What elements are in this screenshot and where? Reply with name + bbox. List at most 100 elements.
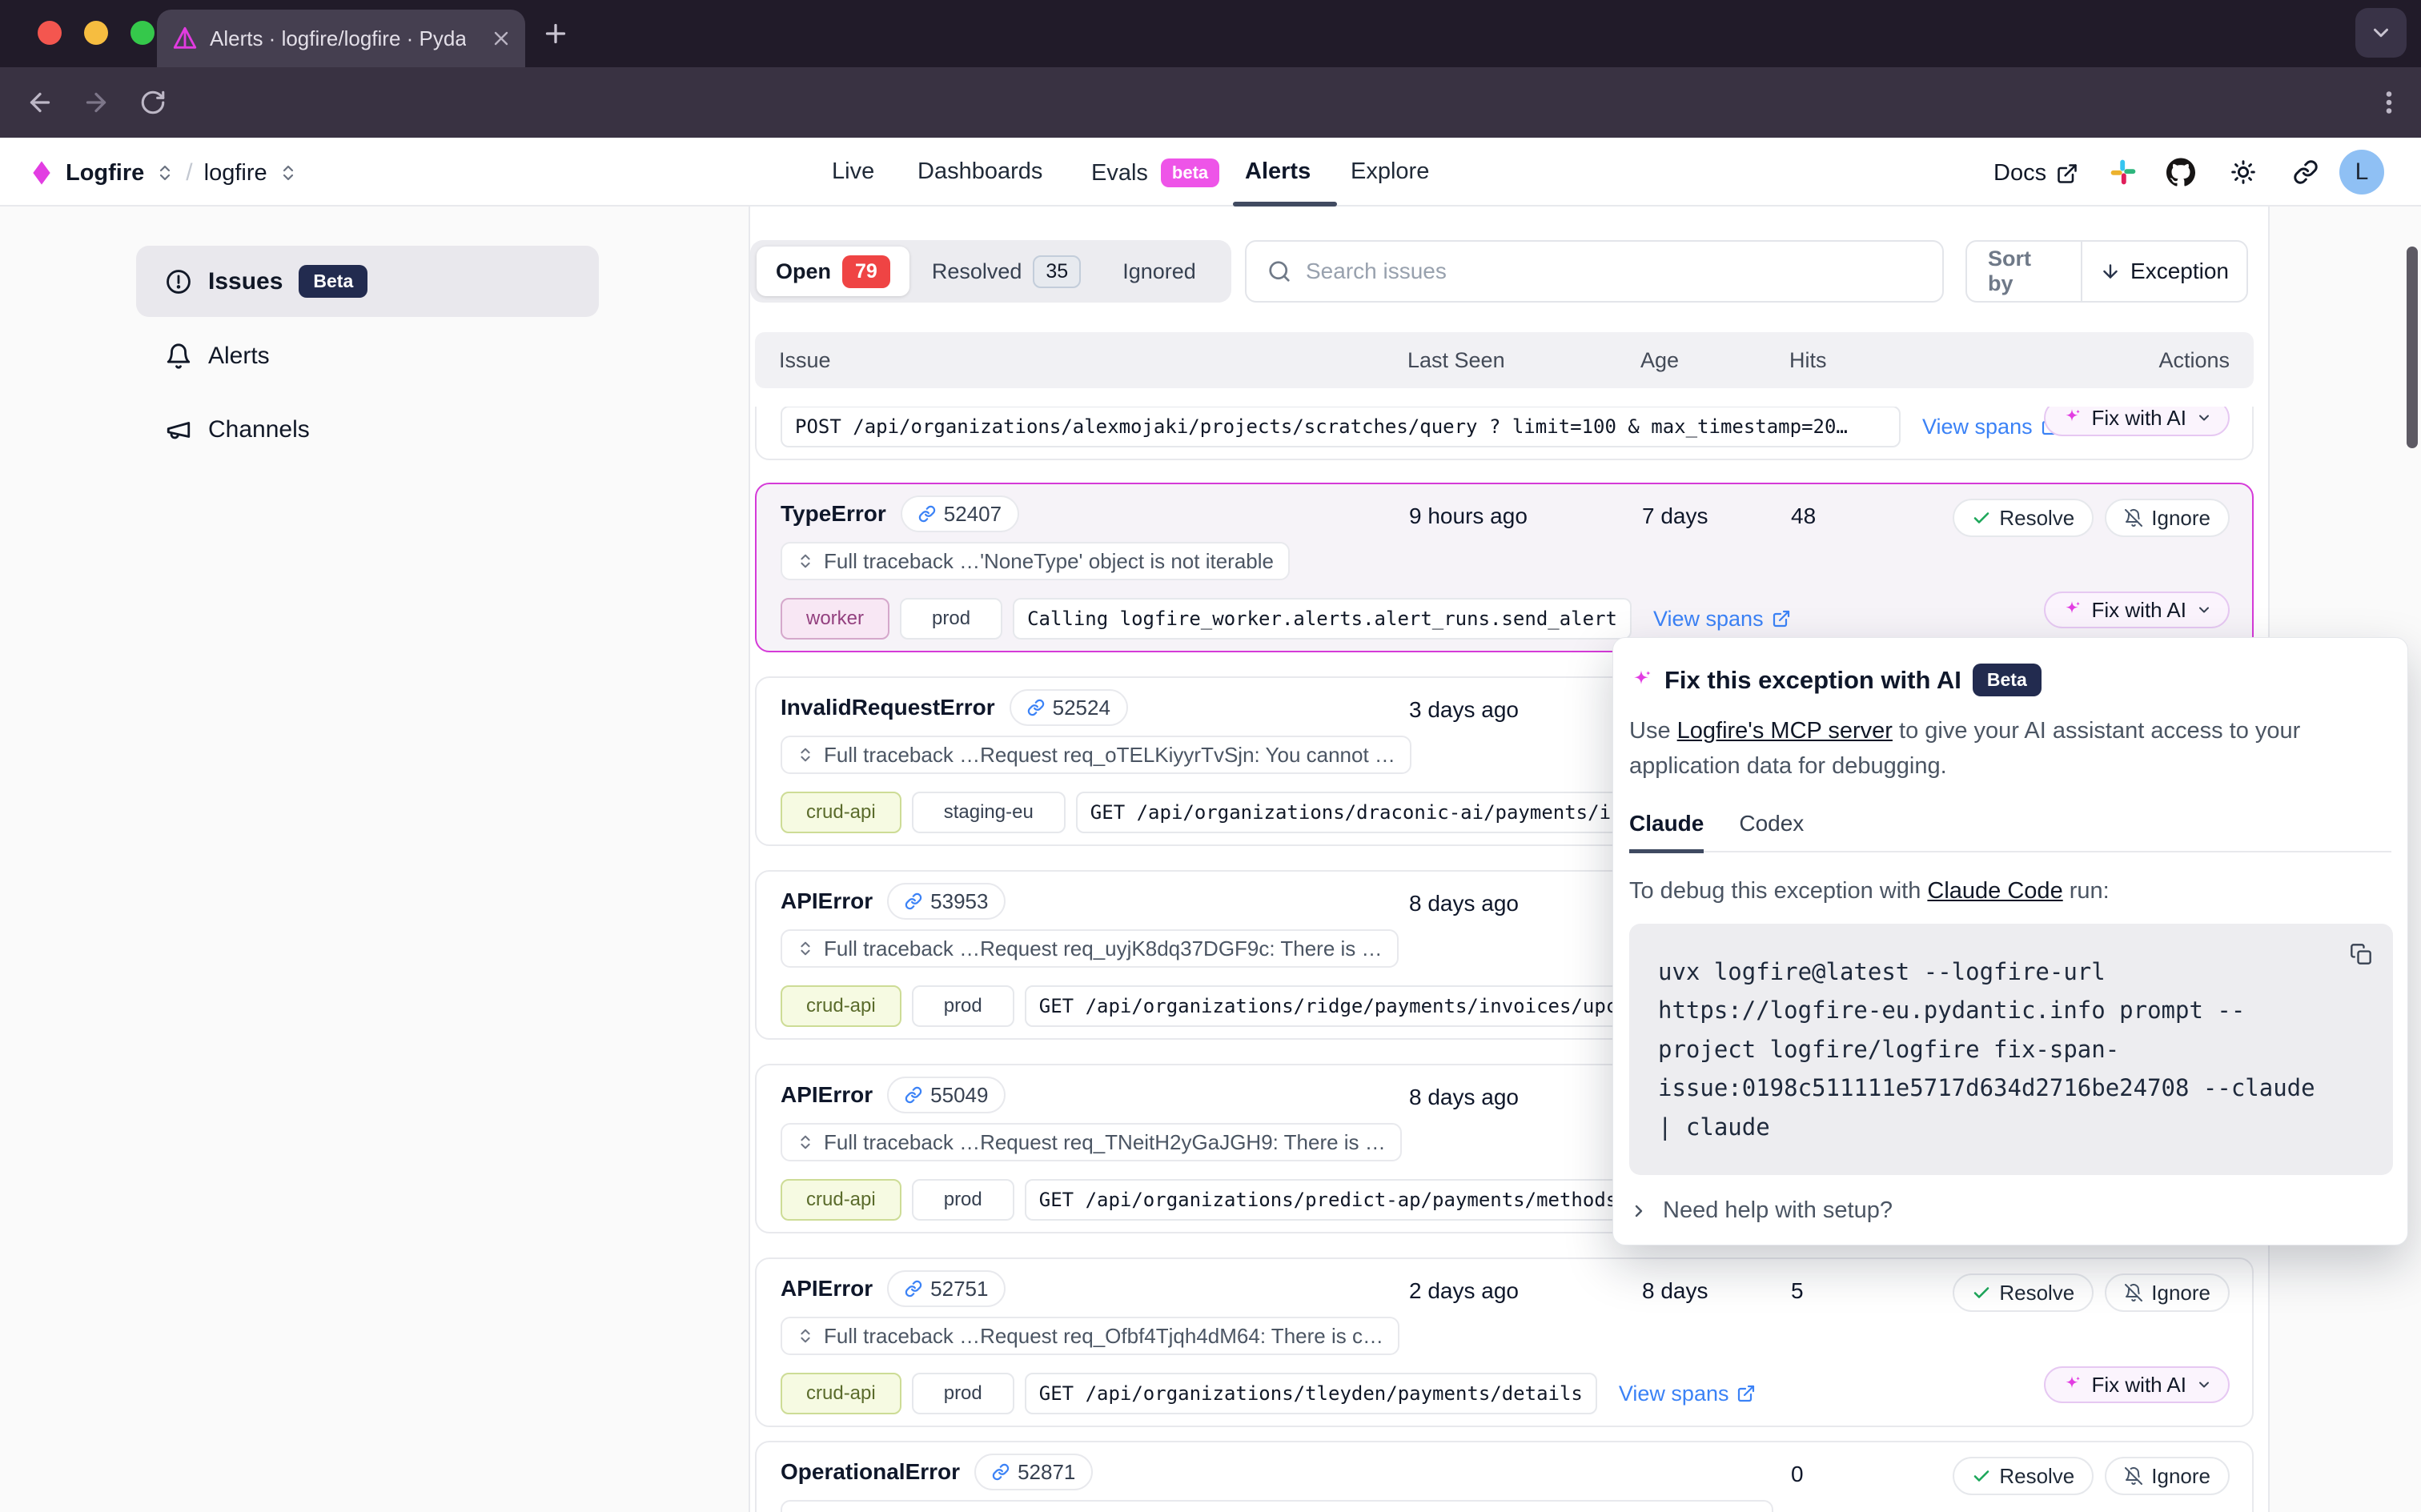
browser-toolbar: logfire-eu.pydantic.info/logfire/logfire… [0,67,2421,138]
command-text: uvx logfire@latest --logfire-url https:/… [1658,953,2331,1146]
sparkle-icon [2062,600,2082,620]
table-row-partial[interactable]: POST /api/organizations/alexmojaki/proje… [755,407,2254,460]
page-scrollbar[interactable] [2407,247,2418,448]
ignore-button[interactable]: Ignore [2105,1457,2230,1495]
github-icon[interactable] [2166,158,2195,186]
sidebar-item-alerts[interactable]: Alerts [136,328,599,384]
window-minimize-button[interactable] [84,21,108,45]
traceback-pill[interactable]: Full traceback …Request req_uyjK8dq37DGF… [781,929,1399,968]
last-seen: 9 hours ago [1409,503,1528,529]
new-tab-button[interactable] [541,19,570,48]
tab-alerts[interactable]: Alerts [1245,158,1311,185]
link-icon [905,892,922,910]
filter-resolved[interactable]: Resolved 35 [913,247,1100,296]
sidebar-item-issues[interactable]: Issues Beta [136,246,599,317]
docs-link[interactable]: Docs [1993,160,2078,186]
copy-icon [2350,943,2372,965]
breadcrumb-divider: / [186,159,192,186]
setup-help-toggle[interactable]: Need help with setup? [1629,1197,2391,1224]
tab-overflow-button[interactable] [2355,8,2407,58]
traceback-pill[interactable] [781,1500,1773,1512]
window-close-button[interactable] [38,21,62,45]
tab-explore[interactable]: Explore [1351,158,1429,185]
traceback-pill[interactable]: Full traceback …Request req_TNeitH2yGaJG… [781,1123,1402,1161]
last-seen: 8 days ago [1409,891,1519,916]
fix-with-ai-button[interactable]: Fix with AI [2044,1366,2230,1403]
issue-id-pill[interactable]: 55049 [887,1077,1006,1113]
issue-id-pill[interactable]: 52871 [974,1454,1093,1490]
project-switcher-icon[interactable] [279,163,298,182]
resolve-button[interactable]: Resolve [1953,1457,2094,1495]
chevrons-up-down-icon [797,746,814,764]
filter-open[interactable]: Open 79 [757,247,909,296]
view-spans-link[interactable]: View spans [1922,415,2060,439]
tag-service: crud-api [781,1373,901,1414]
traceback-pill[interactable]: Full traceback …'NoneType' object is not… [781,542,1290,580]
link-icon [992,1463,1010,1481]
resolve-button[interactable]: Resolve [1953,499,2094,537]
table-row-apierror-52751[interactable]: APIError 52751 2 days ago 8 days 5 Resol… [755,1257,2254,1427]
tab-codex[interactable]: Codex [1739,811,1804,851]
popover-instruction: To debug this exception with Claude Code… [1629,878,2391,904]
ignore-button[interactable]: Ignore [2105,1273,2230,1312]
sort-control[interactable]: Sort by Exception [1965,240,2248,303]
sort-direction-icon[interactable] [2100,261,2121,282]
slack-icon[interactable] [2110,159,2136,185]
issue-id-pill[interactable]: 52407 [901,495,1019,532]
mcp-server-link[interactable]: Logfire's MCP server [1677,718,1893,744]
share-link-icon[interactable] [2293,159,2319,185]
span-code: GET /api/organizations/tleyden/payments/… [1025,1373,1597,1414]
check-icon [1972,1283,1991,1302]
logfire-favicon-icon [171,25,199,52]
view-spans-link[interactable]: View spans [1619,1382,1757,1406]
forward-button[interactable] [82,88,110,117]
search-input[interactable] [1306,259,1921,284]
window-zoom-button[interactable] [130,21,155,45]
tag-env: staging-eu [912,792,1066,833]
last-seen: 3 days ago [1409,697,1519,723]
theme-toggle-icon[interactable] [2230,159,2256,185]
issue-id-pill[interactable]: 53953 [887,883,1006,920]
issue-id-pill[interactable]: 52751 [887,1270,1006,1307]
chevrons-up-down-icon [797,940,814,957]
tag-env: prod [912,1179,1014,1221]
popover-title: Fix this exception with AI [1664,666,1961,695]
org-name[interactable]: Logfire [66,160,144,186]
bell-off-icon [2124,1466,2143,1486]
browser-tab[interactable]: Alerts · logfire/logfire · Pydant [157,10,525,67]
sparkle-icon [1629,668,1653,692]
copy-button[interactable] [2350,943,2372,965]
claude-code-link[interactable]: Claude Code [1927,878,2062,904]
search-box [1245,240,1944,303]
fix-with-ai-button[interactable]: Fix with AI [2044,592,2230,628]
view-spans-link[interactable]: View spans [1653,607,1791,632]
fix-with-ai-button[interactable]: Fix with AI [2044,407,2230,436]
traceback-pill[interactable]: Full traceback …Request req_oTELKiyyrTvS… [781,736,1411,774]
tab-live[interactable]: Live [832,158,874,185]
resolve-button[interactable]: Resolve [1953,1273,2094,1312]
tab-close-icon[interactable] [492,29,511,48]
tab-evals[interactable]: Evals beta [1091,158,1219,187]
tab-claude[interactable]: Claude [1629,811,1704,853]
col-hits: Hits [1789,348,1827,373]
active-tab-indicator [1233,202,1337,207]
table-row-typeerror[interactable]: TypeError 52407 9 hours ago 7 days 48 Re… [755,483,2254,652]
refresh-button[interactable] [139,89,167,116]
tab-dashboards[interactable]: Dashboards [917,158,1042,185]
sidebar-divider [749,207,750,1512]
chevron-down-icon [2196,602,2212,618]
table-row-operationalerror[interactable]: OperationalError 52871 0 Resolve Ignore [755,1441,2254,1512]
issue-id-pill[interactable]: 52524 [1010,689,1128,726]
age: 8 days [1642,1278,1708,1304]
sidebar-item-channels[interactable]: Channels [136,402,599,458]
project-name[interactable]: logfire [204,160,267,186]
tag-service: crud-api [781,985,901,1027]
avatar[interactable]: L [2339,150,2384,195]
filter-ignored[interactable]: Ignored [1103,247,1215,296]
org-switcher-icon[interactable] [155,163,175,182]
ignore-button[interactable]: Ignore [2105,499,2230,537]
sparkle-icon [2062,407,2082,428]
browser-menu-icon[interactable] [2375,88,2403,117]
traceback-pill[interactable]: Full traceback …Request req_Ofbf4Tjqh4dM… [781,1317,1399,1355]
back-button[interactable] [26,88,54,117]
